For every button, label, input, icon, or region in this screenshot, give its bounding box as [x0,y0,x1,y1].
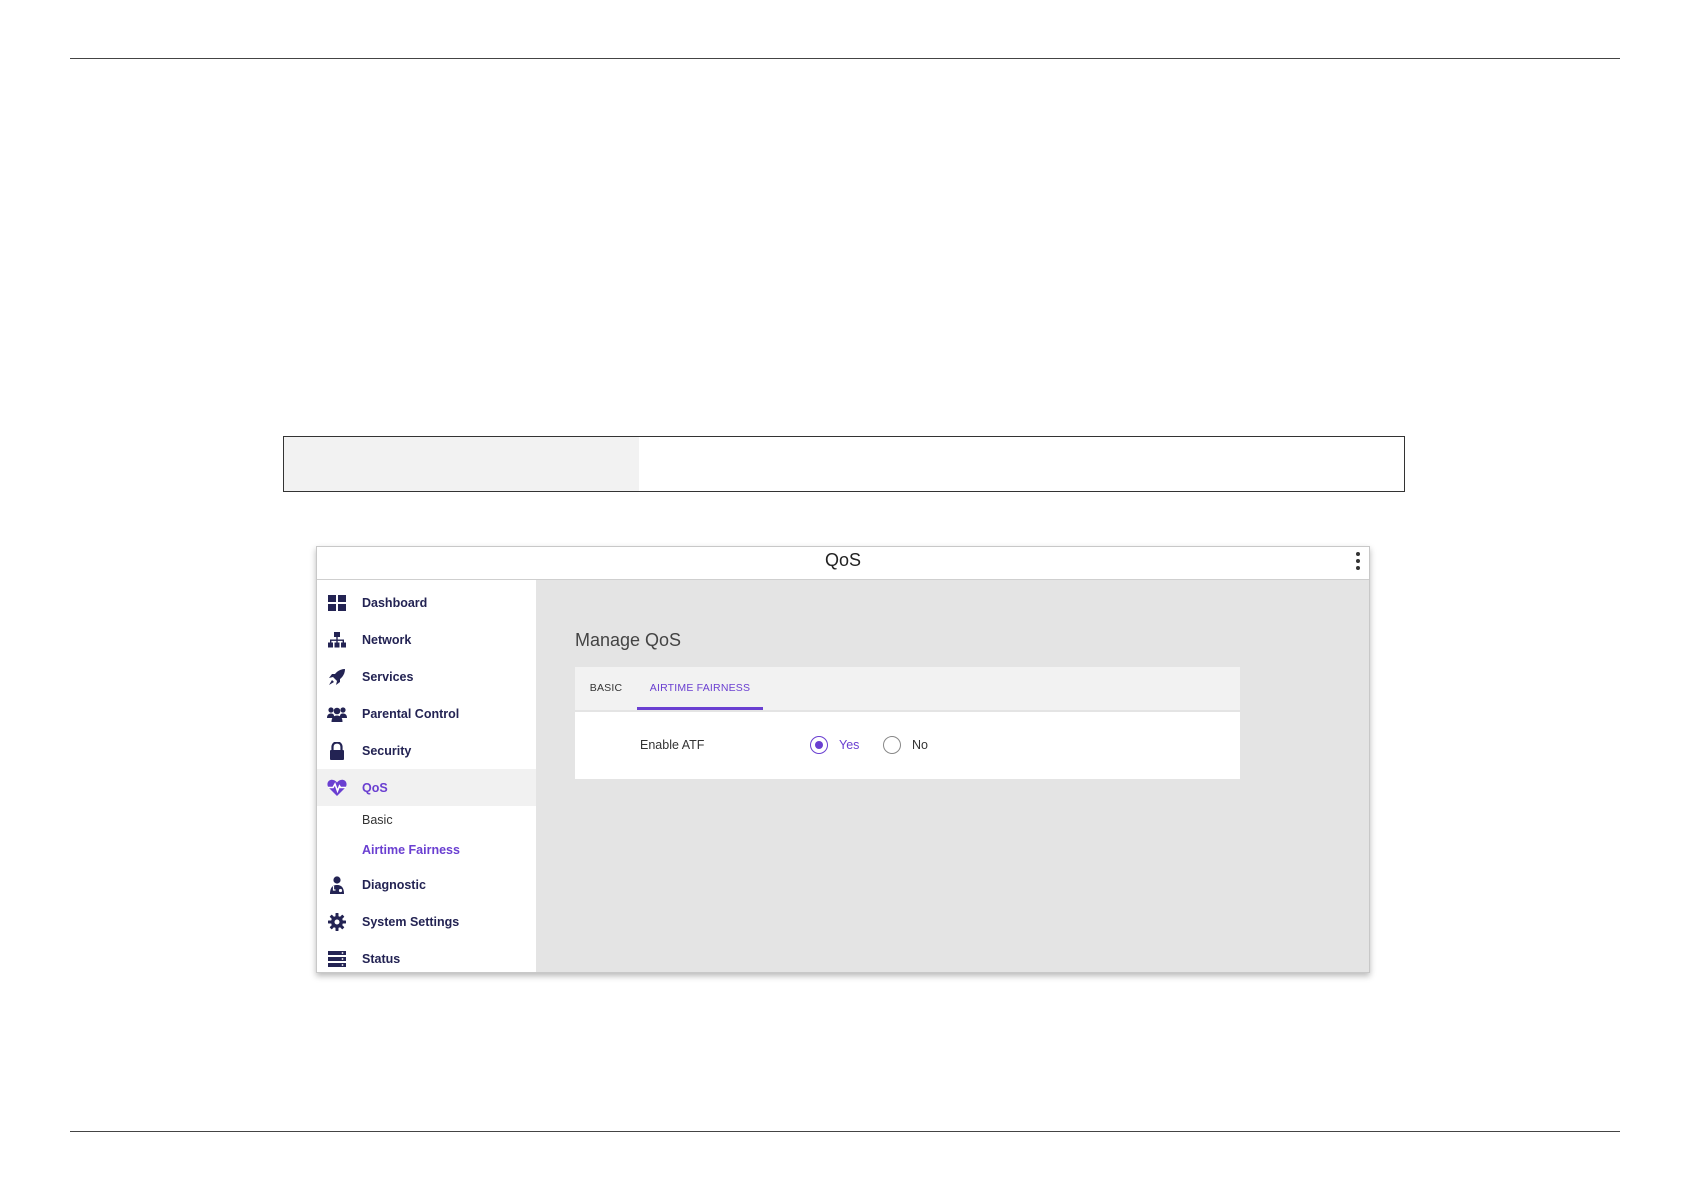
rocket-icon [327,667,347,687]
more-options-icon[interactable] [1353,552,1363,570]
sidebar-item-system-settings[interactable]: System Settings [317,903,536,940]
sidebar-item-network[interactable]: Network [317,621,536,658]
sidebar-item-qos[interactable]: QoS [317,769,536,806]
tab-airtime-fairness[interactable]: AIRTIME FAIRNESS [637,667,763,710]
sidebar-item-label: Security [362,743,412,758]
sidebar: Dashboard Network Services Parental Cont… [317,580,536,972]
sidebar-item-label: QoS [362,780,388,795]
sidebar-item-label: System Settings [362,914,460,929]
lock-icon [327,741,347,761]
sidebar-subitem-airtime-fairness[interactable]: Airtime Fairness [362,843,460,857]
note-box-value-cell [639,437,1404,491]
sidebar-item-diagnostic[interactable]: Diagnostic [317,866,536,903]
enable-atf-label: Enable ATF [640,738,705,752]
sidebar-item-status[interactable]: Status [317,940,536,972]
radio-label-no: No [912,738,928,752]
radio-label-yes: Yes [839,738,860,752]
enable-atf-no-option[interactable]: No [883,734,928,756]
dashboard-icon [327,593,347,613]
enable-atf-no-radio[interactable] [883,736,901,754]
sidebar-item-services[interactable]: Services [317,658,536,695]
note-box-label-cell [284,437,639,491]
heartbeat-icon [327,778,347,798]
users-icon [327,704,347,724]
page-bottom-rule [70,1131,1620,1132]
tab-bar: BASIC AIRTIME FAIRNESS [575,667,1240,710]
server-icon [327,949,347,969]
sidebar-item-label: Diagnostic [362,877,426,892]
window-title: QoS [824,550,862,570]
note-box [283,436,1405,492]
doctor-icon [327,875,347,895]
page-title: Manage QoS [575,630,682,650]
gear-icon [327,912,347,932]
sidebar-item-dashboard[interactable]: Dashboard [317,584,536,621]
router-ui-screenshot: QoS Dashboard Network Services Parental … [316,546,1370,973]
sidebar-item-label: Services [362,669,414,684]
sidebar-item-security[interactable]: Security [317,732,536,769]
top-bar: QoS [317,547,1369,580]
network-icon [327,630,347,650]
sidebar-item-label: Network [362,632,412,647]
tab-basic[interactable]: BASIC [575,667,637,710]
sidebar-item-label: Parental Control [362,706,460,721]
sidebar-item-parental-control[interactable]: Parental Control [317,695,536,732]
page-top-rule [70,58,1620,59]
enable-atf-yes-radio[interactable] [810,736,828,754]
main-content: Manage QoS BASIC AIRTIME FAIRNESS Enable… [536,580,1369,972]
sidebar-item-label: Dashboard [362,595,428,610]
atf-settings-panel: Enable ATF Yes No [575,712,1240,779]
sidebar-subitem-basic[interactable]: Basic [362,813,393,827]
enable-atf-yes-option[interactable]: Yes [810,734,859,756]
sidebar-item-label: Status [362,951,401,966]
